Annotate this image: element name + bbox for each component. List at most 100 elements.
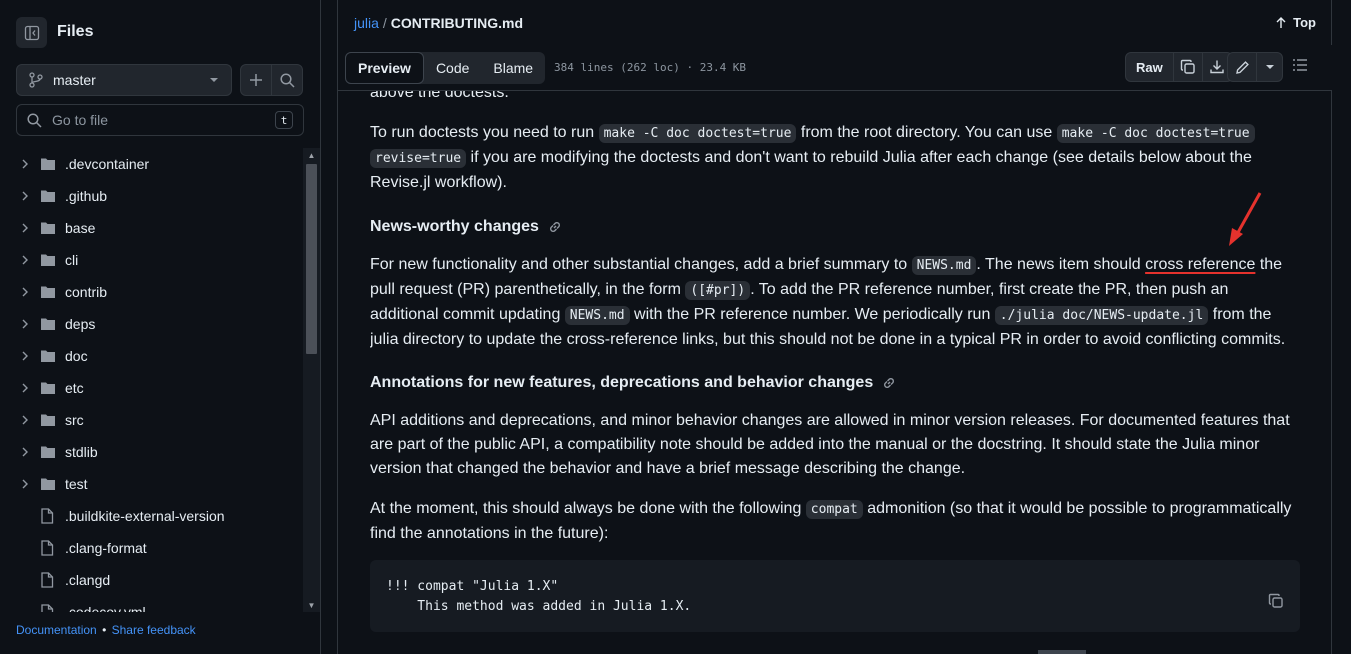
breadcrumb-repo-link[interactable]: julia [354,15,379,31]
file-icon [40,540,56,556]
outline-button[interactable] [1292,57,1308,78]
breadcrumb-file-name: CONTRIBUTING.md [390,15,524,31]
folder-icon [40,253,56,267]
tree-folder-item[interactable]: contrib [0,276,303,308]
chevron-right-icon[interactable] [18,223,32,233]
collapse-sidebar-button[interactable] [16,17,47,48]
folder-icon [40,221,56,235]
inline-code: revise=true [370,149,467,168]
sidebar-title: Files [57,23,94,40]
chevron-right-icon[interactable] [18,287,32,297]
back-to-top-link[interactable]: Top [1275,15,1316,30]
branch-name: master [53,72,96,88]
text: if you are modifying the doctests and do… [370,149,1252,191]
link-icon[interactable] [881,375,897,391]
chevron-right-icon[interactable] [18,159,32,169]
horizontal-scroll-indicator[interactable] [1038,650,1086,654]
tree-file-item[interactable]: .codecov.yml [0,596,303,612]
scrollbar-thumb[interactable] [306,164,317,354]
chevron-right-icon[interactable] [18,447,32,457]
tree-item-label: etc [65,380,84,396]
sidebar-scrollbar[interactable]: ▲ ▼ [303,148,320,612]
raw-button[interactable]: Raw [1126,53,1174,81]
keyboard-shortcut-hint: t [275,111,293,129]
edit-options-dropdown[interactable] [1257,53,1282,81]
view-mode-tabs: Preview Code Blame [345,52,546,84]
tree-file-item[interactable]: .buildkite-external-version [0,500,303,532]
tree-item-label: stdlib [65,444,98,460]
search-files-button[interactable] [271,64,303,96]
folder-icon [40,317,56,331]
add-file-button[interactable] [240,64,272,96]
scroll-down-arrow[interactable]: ▼ [303,598,320,612]
tree-folder-item[interactable]: base [0,212,303,244]
text: . The news item should [976,256,1146,273]
inline-code: make -C doc doctest=true [1056,124,1255,143]
breadcrumb: julia / CONTRIBUTING.md [354,15,523,31]
tree-file-item[interactable]: .clangd [0,564,303,596]
text: For new functionality and other substant… [370,256,912,273]
tree-folder-item[interactable]: stdlib [0,436,303,468]
tree-folder-item[interactable]: test [0,468,303,500]
tree-folder-item[interactable]: doc [0,340,303,372]
link-icon[interactable] [547,219,563,235]
inline-code: ([#pr]) [685,281,751,300]
folder-icon [40,189,56,203]
annotated-cross-reference: cross reference [1145,256,1256,273]
file-tree-sidebar: Files master t .devcontainer .github base c… [0,0,321,654]
sidebar-footer: Documentation • Share feedback [16,623,196,637]
text: To run doctests you need to run [370,124,599,141]
edit-actions-group [1227,52,1283,82]
plus-icon [250,74,262,86]
top-label: Top [1293,15,1316,30]
paragraph-doctests: To run doctests you need to run make -C … [370,121,1300,195]
markdown-body: above the doctests. To run doctests you … [370,91,1300,654]
folder-icon [40,349,56,363]
tree-file-item[interactable]: .clang-format [0,532,303,564]
file-toolbar: Preview Code Blame 384 lines (262 loc) ·… [338,45,1332,91]
tree-item-label: contrib [65,284,108,300]
scroll-up-arrow[interactable]: ▲ [303,148,320,162]
documentation-link[interactable]: Documentation [16,623,97,637]
tab-preview[interactable]: Preview [345,52,424,84]
copy-raw-button[interactable] [1174,53,1203,81]
chevron-right-icon[interactable] [18,415,32,425]
heading-annotations: Annotations for new features, deprecatio… [370,371,897,395]
branch-selector[interactable]: master [16,64,232,96]
file-viewer: julia / CONTRIBUTING.md Top Preview Code B… [337,0,1332,654]
copy-code-button[interactable] [1205,573,1284,636]
tree-folder-item[interactable]: etc [0,372,303,404]
folder-icon [40,285,56,299]
chevron-right-icon[interactable] [18,479,32,489]
tree-folder-item[interactable]: deps [0,308,303,340]
copy-icon [1180,59,1195,74]
tab-code[interactable]: Code [424,52,481,84]
folder-icon [40,157,56,171]
go-to-file-input[interactable] [52,112,275,128]
go-to-file-field[interactable]: t [16,104,304,136]
inline-code: NEWS.md [564,306,630,325]
chevron-right-icon[interactable] [18,255,32,265]
share-feedback-link[interactable]: Share feedback [112,623,196,637]
paragraph-cut-off: above the doctests. [370,91,509,101]
breadcrumb-separator: / [382,15,387,31]
tree-item-label: .clangd [65,572,111,588]
heading-text: News-worthy changes [370,218,539,235]
heading-text: Annotations for new features, deprecatio… [370,374,874,391]
tab-blame[interactable]: Blame [481,52,545,84]
chevron-right-icon[interactable] [18,319,32,329]
tree-folder-item[interactable]: cli [0,244,303,276]
tree-folder-item[interactable]: .github [0,180,303,212]
folder-icon [40,413,56,427]
tree-folder-item[interactable]: .devcontainer [0,148,303,180]
paragraph-news: For new functionality and other substant… [370,253,1300,352]
tree-item-label: .buildkite-external-version [65,508,225,524]
tree-item-label: .devcontainer [65,156,150,172]
chevron-right-icon[interactable] [18,191,32,201]
list-outline-icon [1293,59,1307,71]
edit-file-button[interactable] [1228,53,1257,81]
paragraph-compat: At the moment, this should always be don… [370,497,1300,546]
chevron-right-icon[interactable] [18,383,32,393]
chevron-right-icon[interactable] [18,351,32,361]
tree-folder-item[interactable]: src [0,404,303,436]
